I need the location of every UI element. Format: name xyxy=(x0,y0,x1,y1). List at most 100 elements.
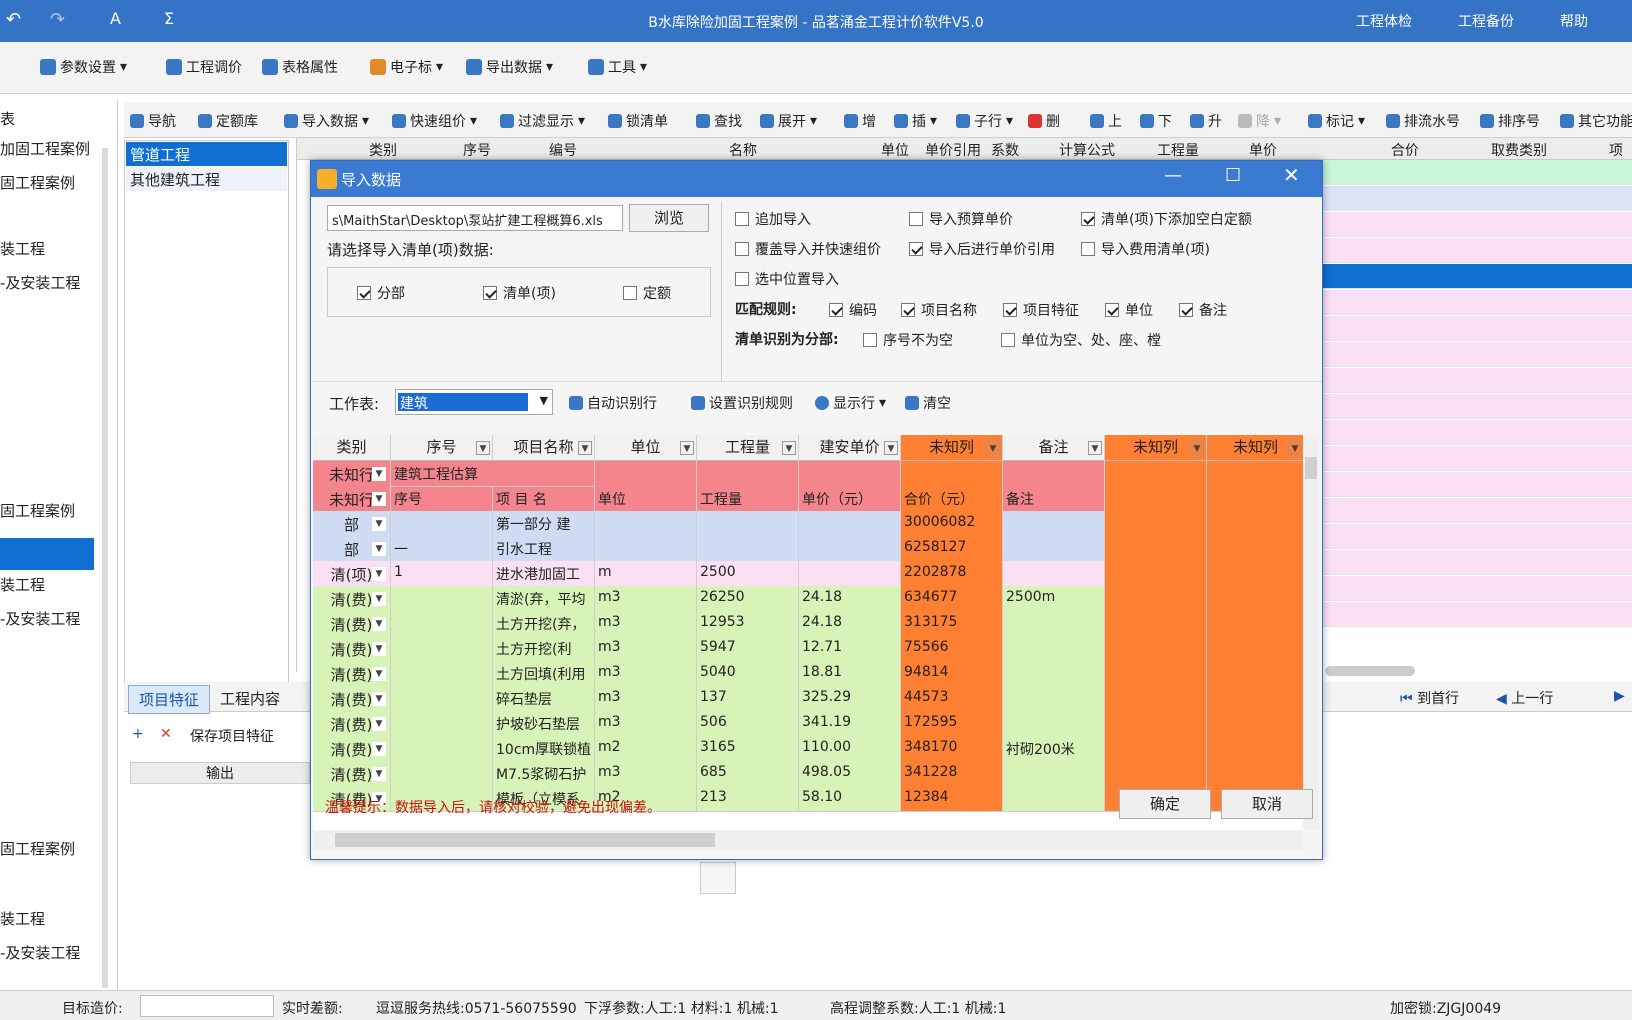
table-cell[interactable]: 313175 xyxy=(901,611,1003,637)
grid-row[interactable] xyxy=(1317,212,1632,237)
table-col-header[interactable]: 未知列 ▼ xyxy=(1105,435,1207,461)
chevron-down-icon[interactable]: ▼ xyxy=(372,692,386,706)
tree-item[interactable]: 装工程 xyxy=(0,574,45,595)
table-cell[interactable]: 建筑工程估算 xyxy=(391,461,595,487)
table-cell[interactable]: m3 xyxy=(595,636,697,662)
ok-button[interactable]: 确定 xyxy=(1119,789,1211,819)
chevron-down-icon[interactable]: ▼ xyxy=(372,567,386,581)
chevron-down-icon[interactable]: ▼ xyxy=(372,742,386,756)
col-dropdown-icon[interactable]: ▼ xyxy=(578,441,592,455)
tree-item[interactable]: 固工程案例 xyxy=(0,172,75,193)
col-dropdown-icon[interactable]: ▼ xyxy=(476,441,490,455)
table-cell[interactable] xyxy=(1207,661,1303,687)
h-scrollbar[interactable] xyxy=(1325,666,1415,676)
table-cell[interactable]: 341.19 xyxy=(799,711,901,737)
row-type-select[interactable]: 清(费) ▼ xyxy=(313,711,391,737)
table-cell[interactable] xyxy=(1207,486,1303,512)
params-button[interactable]: 参数设置 ▾ xyxy=(40,57,127,77)
table-cell[interactable] xyxy=(1003,511,1105,537)
add-button[interactable]: 增 xyxy=(844,111,876,131)
next-icon[interactable]: ▶ xyxy=(1614,688,1625,704)
table-cell[interactable] xyxy=(1207,511,1303,537)
table-cell[interactable]: m3 xyxy=(595,686,697,712)
table-cell[interactable] xyxy=(1207,461,1303,487)
table-cell[interactable]: 348170 xyxy=(901,736,1003,762)
col-dropdown-icon[interactable]: ▼ xyxy=(680,441,694,455)
table-cell[interactable] xyxy=(799,536,901,562)
table-cell[interactable] xyxy=(1207,536,1303,562)
chevron-down-icon[interactable]: ▼ xyxy=(372,542,386,556)
tools-button[interactable]: 工具 ▾ xyxy=(588,57,647,77)
v-scrollbar[interactable] xyxy=(1303,435,1319,830)
rule-code[interactable]: 编码 xyxy=(829,300,877,320)
checkbox[interactable] xyxy=(483,286,497,300)
set-rules-button[interactable]: 设置识别规则 xyxy=(691,393,793,413)
tab-work-content[interactable]: 工程内容 xyxy=(220,688,280,709)
table-cell[interactable]: 12953 xyxy=(697,611,799,637)
check-list[interactable]: 清单(项) xyxy=(483,283,556,303)
table-cell[interactable]: 5947 xyxy=(697,636,799,662)
import-button[interactable]: 导入数据 ▾ xyxy=(284,111,369,131)
check-part[interactable]: 分部 xyxy=(357,283,405,303)
table-cell[interactable] xyxy=(1003,461,1105,487)
table-cell[interactable]: m3 xyxy=(595,711,697,737)
auto-identify-button[interactable]: 自动识别行 xyxy=(569,393,657,413)
table-cell[interactable]: 备注 xyxy=(1003,486,1105,512)
grid-row[interactable] xyxy=(1317,238,1632,263)
minimize-icon[interactable]: — xyxy=(1164,165,1182,186)
table-cell[interactable] xyxy=(391,661,493,687)
table-cell[interactable] xyxy=(1105,511,1207,537)
row-type-select[interactable]: 清(项) ▼ xyxy=(313,561,391,587)
scrollbar[interactable] xyxy=(102,148,108,988)
table-cell[interactable]: 项 目 名 xyxy=(493,486,595,512)
table-col-header[interactable]: 类别 xyxy=(313,435,391,461)
table-cell[interactable] xyxy=(1207,586,1303,612)
table-cell[interactable]: M7.5浆砌石护 xyxy=(493,761,595,787)
row-type-select[interactable]: 未知行 ▼ xyxy=(313,461,391,487)
table-cell[interactable] xyxy=(1003,761,1105,787)
rule-remark[interactable]: 备注 xyxy=(1179,300,1227,320)
opt-selected-pos[interactable]: 选中位置导入 xyxy=(735,269,839,289)
table-cell[interactable]: 护坡砂石垫层 xyxy=(493,711,595,737)
table-cell[interactable]: 498.05 xyxy=(799,761,901,787)
rule-name[interactable]: 项目名称 xyxy=(901,300,977,320)
filter-button[interactable]: 过滤显示 ▾ xyxy=(500,111,585,131)
table-cell[interactable] xyxy=(1003,686,1105,712)
row-type-select[interactable]: 未知行 ▼ xyxy=(313,486,391,512)
row-type-select[interactable]: 清(费) ▼ xyxy=(313,611,391,637)
table-cell[interactable] xyxy=(1105,461,1207,487)
tree-item[interactable]: 固工程案例 xyxy=(0,500,75,521)
expand-button[interactable]: 展开 ▾ xyxy=(760,111,817,131)
table-cell[interactable] xyxy=(1207,761,1303,787)
checkbox[interactable] xyxy=(1105,303,1119,317)
other-button[interactable]: 其它功能 xyxy=(1560,111,1632,131)
table-cell[interactable]: 94814 xyxy=(901,661,1003,687)
table-cell[interactable] xyxy=(1105,586,1207,612)
check-quota[interactable]: 定额 xyxy=(623,283,671,303)
grid-row[interactable] xyxy=(1317,342,1632,367)
table-cell[interactable]: m xyxy=(595,561,697,587)
nav-button[interactable]: 导航 xyxy=(130,111,176,131)
table-cell[interactable] xyxy=(1105,636,1207,662)
table-cell[interactable]: 58.10 xyxy=(799,786,901,812)
grid-row[interactable] xyxy=(1317,446,1632,471)
table-cell[interactable]: 土方开挖(利 xyxy=(493,636,595,662)
chart-icon[interactable] xyxy=(700,862,736,894)
table-cell[interactable] xyxy=(391,686,493,712)
tree-item[interactable]: 装工程 xyxy=(0,238,45,259)
show-rows-button[interactable]: 显示行 ▾ xyxy=(815,393,886,413)
table-cell[interactable]: 工程量 xyxy=(697,486,799,512)
table-cell[interactable] xyxy=(1003,786,1105,812)
grid-row[interactable] xyxy=(1317,316,1632,341)
h-scrollbar-thumb[interactable] xyxy=(335,833,715,847)
check-project-button[interactable]: 工程体检 xyxy=(1356,11,1412,31)
grid-row[interactable] xyxy=(1317,420,1632,445)
table-cell[interactable]: 18.81 xyxy=(799,661,901,687)
checkbox[interactable] xyxy=(1081,212,1095,226)
table-cell[interactable] xyxy=(595,511,697,537)
table-cell[interactable]: 75566 xyxy=(901,636,1003,662)
backup-button[interactable]: 工程备份 xyxy=(1458,11,1514,31)
tree-item[interactable]: 加固工程案例 xyxy=(0,138,90,159)
table-cell[interactable] xyxy=(1105,561,1207,587)
checkbox[interactable] xyxy=(623,286,637,300)
